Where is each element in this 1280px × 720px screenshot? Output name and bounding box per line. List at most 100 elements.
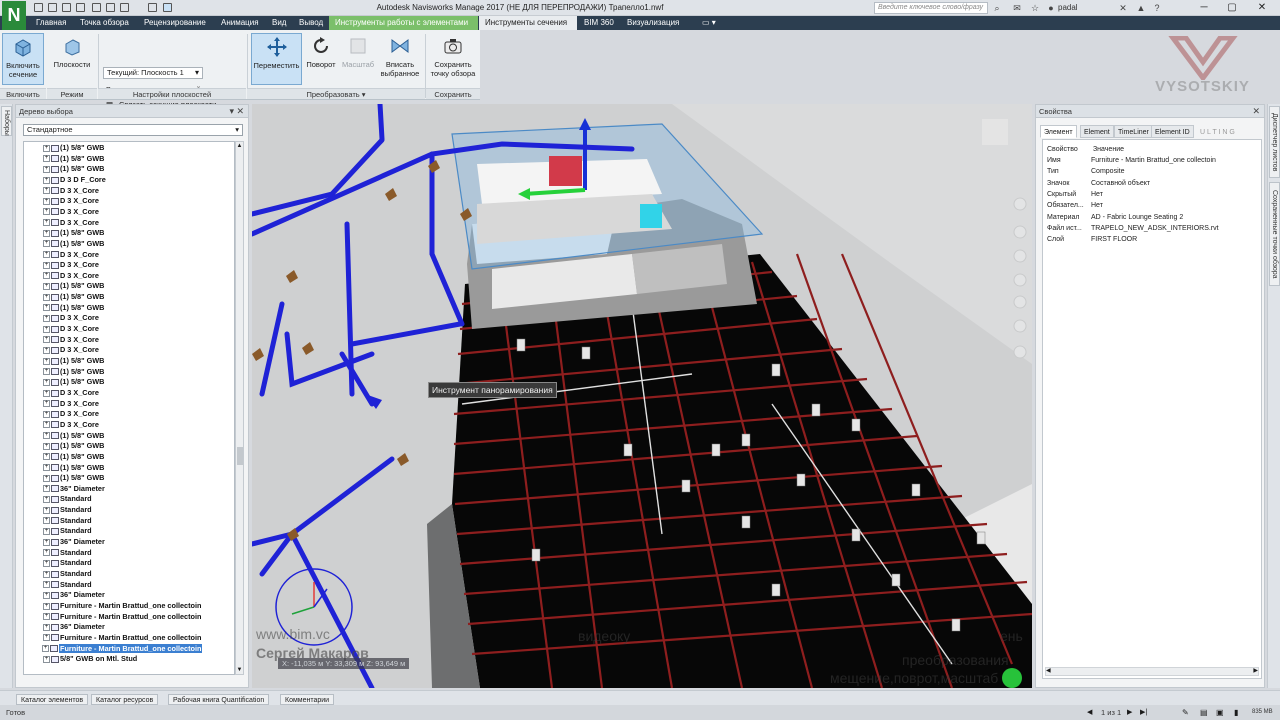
minimize-button[interactable]: ─: [1190, 0, 1218, 16]
expand-icon[interactable]: +: [43, 485, 50, 493]
tree-row[interactable]: + (1) 5/8" GWB: [43, 473, 104, 484]
properties-hscrollbar[interactable]: ◀ ▶: [1045, 667, 1259, 676]
tree-row[interactable]: + Standard: [43, 558, 92, 569]
account-icon[interactable]: ▲: [1136, 3, 1146, 13]
tab-element-id[interactable]: Element ID: [1151, 125, 1194, 138]
tree-row-selected[interactable]: + Furniture - Martin Brattud_one collecto…: [42, 643, 203, 655]
help-icon[interactable]: ?: [1152, 3, 1162, 13]
tree-row[interactable]: + (1) 5/8" GWB: [43, 281, 104, 292]
expand-icon[interactable]: +: [42, 645, 49, 653]
expand-icon[interactable]: +: [43, 602, 50, 610]
tab-quantification-workbook[interactable]: Рабочая книга Quantification: [168, 694, 270, 705]
tree-row[interactable]: + D 3 X_Core: [43, 345, 99, 356]
expand-icon[interactable]: +: [43, 197, 50, 205]
expand-icon[interactable]: +: [43, 421, 50, 429]
planes-button[interactable]: Плоскости: [50, 33, 94, 85]
save-viewpoint-button[interactable]: Сохранить точку обзора: [427, 33, 479, 85]
selection-tree-list[interactable]: + (1) 5/8" GWB + (1) 5/8" GWB + (1) 5/8" GWB +…: [23, 141, 235, 675]
sets-dock-tab[interactable]: Наборы: [1, 106, 12, 136]
tree-row[interactable]: + D 3 X_Core: [43, 207, 99, 218]
tree-row[interactable]: + (1) 5/8" GWB: [43, 164, 104, 175]
expand-icon[interactable]: +: [43, 591, 50, 599]
expand-icon[interactable]: +: [43, 155, 50, 163]
tab-home[interactable]: Главная: [30, 16, 72, 30]
tree-row[interactable]: + Standard: [43, 494, 92, 505]
tab-view[interactable]: Вид: [266, 16, 292, 30]
search-icon[interactable]: ⌕: [992, 3, 1002, 13]
scale-button[interactable]: Масштаб: [340, 33, 376, 85]
tree-row[interactable]: + D 3 X_Core: [43, 335, 99, 346]
scroll-down-icon[interactable]: ▼: [236, 666, 243, 674]
close-button[interactable]: ✕: [1248, 0, 1276, 16]
expand-icon[interactable]: +: [43, 559, 50, 567]
expand-icon[interactable]: +: [43, 187, 50, 195]
search-input[interactable]: Введите ключевое слово/фразу: [874, 2, 988, 14]
tree-row[interactable]: +36" Diameter: [43, 537, 105, 548]
expand-icon[interactable]: +: [43, 389, 50, 397]
expand-icon[interactable]: +: [43, 527, 50, 535]
tree-row[interactable]: + (1) 5/8" GWB: [43, 356, 104, 367]
tree-row[interactable]: + D 3 X_Core: [43, 399, 99, 410]
expand-icon[interactable]: +: [43, 400, 50, 408]
expand-icon[interactable]: +: [43, 229, 50, 237]
tree-mode-select[interactable]: Стандартное: [23, 124, 243, 136]
tree-row[interactable]: + D 3 X_Core: [43, 313, 99, 324]
tree-row[interactable]: + D 3 X_Core: [43, 388, 99, 399]
last-page-icon[interactable]: ▶|: [1140, 708, 1147, 716]
tab-bim360[interactable]: BIM 360: [578, 16, 620, 30]
expand-icon[interactable]: +: [43, 357, 50, 365]
expand-icon[interactable]: +: [43, 314, 50, 322]
app-logo[interactable]: N: [2, 1, 26, 30]
tree-row[interactable]: + Standard: [43, 505, 92, 516]
tree-row[interactable]: + (1) 5/8" GWB: [43, 292, 104, 303]
tree-row[interactable]: + (1) 5/8" GWB: [43, 463, 104, 474]
tab-render[interactable]: Визуализация: [621, 16, 685, 30]
tree-row[interactable]: + Furniture - Martin Brattud_one collecto…: [43, 633, 201, 644]
panel-close-icon[interactable]: ▾ ✕: [229, 105, 244, 118]
expand-icon[interactable]: +: [43, 496, 50, 504]
pencil-icon[interactable]: ✎: [1182, 708, 1189, 717]
tree-row[interactable]: + D 3 X_Core: [43, 409, 99, 420]
expand-icon[interactable]: +: [43, 517, 50, 525]
expand-icon[interactable]: +: [43, 336, 50, 344]
expand-icon[interactable]: +: [43, 272, 50, 280]
expand-icon[interactable]: +: [43, 570, 50, 578]
expand-icon[interactable]: +: [43, 240, 50, 248]
tab-item[interactable]: Элемент: [1040, 125, 1077, 138]
3d-viewport[interactable]: Инструмент панорамирования www.bim.vc Се…: [252, 104, 1032, 688]
expand-icon[interactable]: +: [43, 283, 50, 291]
tree-row[interactable]: + Standard: [43, 526, 92, 537]
user-icon[interactable]: ●: [1046, 3, 1056, 13]
expand-icon[interactable]: +: [43, 293, 50, 301]
tree-row[interactable]: + Standard: [43, 569, 92, 580]
expand-icon[interactable]: +: [43, 378, 50, 386]
tab-viewpoint[interactable]: Точка обзора: [74, 16, 135, 30]
tab-timeliner[interactable]: TimeLiner: [1114, 125, 1153, 138]
tree-row[interactable]: + (1) 5/8" GWB: [43, 143, 104, 154]
exchange-icon[interactable]: ✕: [1118, 3, 1128, 13]
tree-row[interactable]: + D 3 X_Core: [43, 324, 99, 335]
maximize-button[interactable]: ▢: [1218, 0, 1246, 16]
tree-row[interactable]: + (1) 5/8" GWB: [43, 431, 104, 442]
tree-scrollbar[interactable]: ▲ ▼: [235, 141, 244, 675]
expand-icon[interactable]: +: [43, 581, 50, 589]
tree-row[interactable]: + Standard: [43, 516, 92, 527]
tree-row[interactable]: + D 3 X_Core: [43, 250, 99, 261]
expand-icon[interactable]: +: [43, 165, 50, 173]
expand-icon[interactable]: +: [43, 261, 50, 269]
tab-resource-catalog[interactable]: Каталог ресурсов: [91, 694, 159, 705]
expand-icon[interactable]: +: [43, 219, 50, 227]
expand-icon[interactable]: +: [43, 304, 50, 312]
tab-overflow[interactable]: U L T I N G: [1196, 125, 1239, 138]
fit-selection-button[interactable]: Вписать выбранное: [378, 33, 422, 85]
expand-icon[interactable]: +: [43, 538, 50, 546]
expand-icon[interactable]: +: [43, 655, 50, 663]
saved-viewpoints-dock-tab[interactable]: Сохраненные точки обзора: [1269, 182, 1280, 286]
group-transform[interactable]: Преобразовать ▾: [247, 88, 425, 99]
expand-icon[interactable]: +: [43, 549, 50, 557]
tree-row[interactable]: + Furniture - Martin Brattud_one collecto…: [43, 612, 201, 623]
expand-icon[interactable]: +: [43, 325, 50, 333]
tree-row[interactable]: + D 3 X_Core: [43, 196, 99, 207]
tree-row[interactable]: + (1) 5/8" GWB: [43, 154, 104, 165]
expand-icon[interactable]: +: [43, 623, 50, 631]
